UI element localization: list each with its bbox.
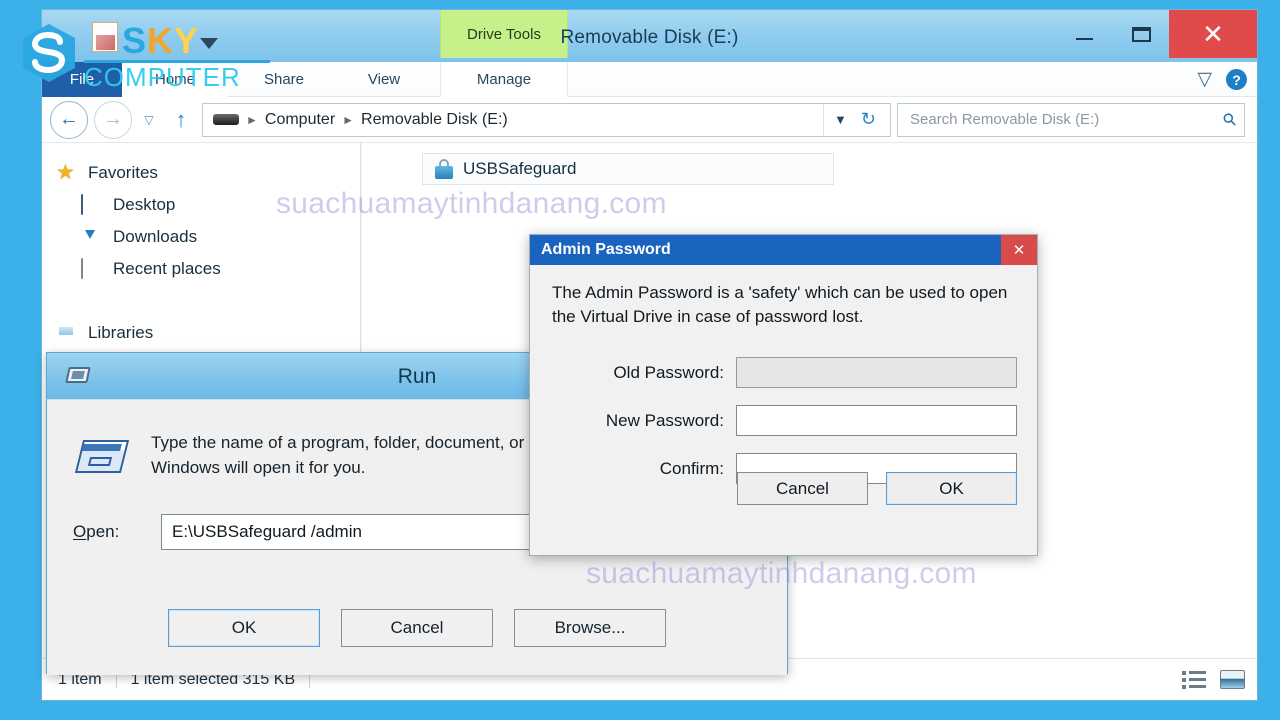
sidebar-item-desktop[interactable]: Desktop [56,189,362,221]
run-ok-label: OK [231,618,257,637]
star-icon: ★ [56,161,75,184]
open-input-value: E:\USBSafeguard /admin [172,522,362,541]
close-button[interactable]: ✕ [1169,10,1257,58]
open-field-label: Open: [73,522,147,542]
open-accel: O [73,522,87,541]
minimize-icon [1075,38,1093,40]
address-chevron-down-icon[interactable]: ▼ [834,112,847,127]
tab-file[interactable]: File [42,62,122,97]
run-browse-button[interactable]: Browse... [514,609,666,647]
sidebar-item-label: Downloads [113,227,198,246]
expand-ribbon-chevron-down-icon[interactable]: ▽ [1197,70,1212,89]
refresh-icon[interactable]: ↻ [861,109,876,130]
new-password-field[interactable] [736,405,1017,436]
run-cancel-label: Cancel [390,618,444,637]
admin-dialog-body: The Admin Password is a 'safety' which c… [530,265,1037,557]
admin-ok-button[interactable]: OK [886,472,1017,505]
help-icon[interactable]: ? [1226,69,1247,90]
window-title-bar: Drive Tools Removable Disk (E:) ✕ [42,10,1257,62]
sidebar-item-label: Favorites [88,163,158,182]
forward-button[interactable]: → [94,100,132,139]
run-window-large-icon [73,436,130,480]
list-item[interactable]: USBSafeguard [422,153,834,185]
up-button[interactable]: ↑ [166,100,196,139]
new-password-row: New Password: [552,405,1017,436]
tab-manage[interactable]: Manage [440,62,568,97]
downloads-folder-icon [81,227,103,247]
admin-password-dialog: Admin Password ✕ The Admin Password is a… [529,234,1038,556]
breadcrumb-item-computer[interactable]: Computer [265,111,335,129]
breadcrumb-item-removable-disk[interactable]: Removable Disk (E:) [361,111,508,129]
old-password-label: Old Password: [613,362,724,382]
admin-dialog-title-bar: Admin Password ✕ [530,235,1037,265]
maximize-icon [1131,26,1151,42]
breadcrumb-right-controls: ▼ ↻ [823,103,886,136]
breadcrumb[interactable]: ► Computer ► Removable Disk (E:) ▼ ↻ [202,102,891,137]
admin-dialog-description: The Admin Password is a 'safety' which c… [552,283,1008,326]
recent-locations-icon[interactable]: ▽ [138,100,160,139]
admin-cancel-label: Cancel [776,478,829,498]
ribbon-tab-row: File Home Share View Manage ▽ ? [42,62,1257,97]
address-bar: ← → ▽ ↑ ► Computer ► Removable Disk (E:)… [42,97,1257,143]
admin-ok-label: OK [939,478,964,498]
run-browse-label: Browse... [554,618,626,637]
old-password-row: Old Password: [552,357,1017,388]
desktop-icon [81,194,103,215]
sidebar-item-label: Desktop [113,195,176,214]
large-icons-view-icon[interactable] [1220,670,1245,689]
details-view-icon[interactable] [1182,670,1206,689]
tab-home[interactable]: Home [122,62,228,97]
ribbon-right-controls: ▽ ? [1197,62,1247,97]
tab-view[interactable]: View [342,62,426,97]
search-input[interactable]: Search Removable Disk (E:) ⚲ [897,102,1245,137]
search-placeholder: Search Removable Disk (E:) [910,111,1100,128]
tab-home-label: Home [154,71,195,88]
tab-share[interactable]: Share [242,62,326,97]
sidebar-item-label: Recent places [113,259,221,278]
lock-icon [435,159,453,179]
minimize-button[interactable] [1056,10,1112,58]
confirm-password-label: Confirm: [659,458,724,478]
open-label-rest: pen: [86,522,120,541]
maximize-button[interactable] [1113,10,1169,58]
breadcrumb-separator: ► [342,112,355,127]
run-cancel-button[interactable]: Cancel [341,609,493,647]
run-ok-button[interactable]: OK [168,609,320,647]
tab-file-label: File [69,71,95,88]
sidebar-item-recent-places[interactable]: Recent places [56,253,362,285]
file-name-label: USBSafeguard [463,159,577,178]
sidebar-item-libraries[interactable]: Libraries [56,317,362,349]
back-button[interactable]: ← [50,100,88,139]
breadcrumb-separator: ► [246,112,258,127]
tab-manage-label: Manage [476,71,532,88]
close-icon: ✕ [1202,19,1224,49]
admin-cancel-button[interactable]: Cancel [737,472,868,505]
admin-dialog-buttons: Cancel OK [737,472,1017,505]
admin-password-fields: Old Password: New Password: Confirm: [552,357,1017,484]
view-switcher [1182,670,1245,689]
close-icon[interactable]: ✕ [1001,235,1037,265]
libraries-folder-icon [56,323,78,343]
new-password-label: New Password: [605,410,724,430]
sidebar-item-favorites[interactable]: ★ Favorites [56,157,362,189]
help-glyph: ? [1232,71,1241,88]
tab-view-label: View [367,71,401,88]
tab-share-label: Share [263,71,305,88]
admin-dialog-title: Admin Password [541,241,671,258]
old-password-field[interactable] [736,357,1017,388]
sidebar-item-label: Libraries [88,323,154,342]
drive-icon [213,114,239,125]
recent-places-icon [81,258,103,279]
sidebar-item-downloads[interactable]: Downloads [56,221,362,253]
run-dialog-buttons: OK Cancel Browse... [47,609,787,647]
